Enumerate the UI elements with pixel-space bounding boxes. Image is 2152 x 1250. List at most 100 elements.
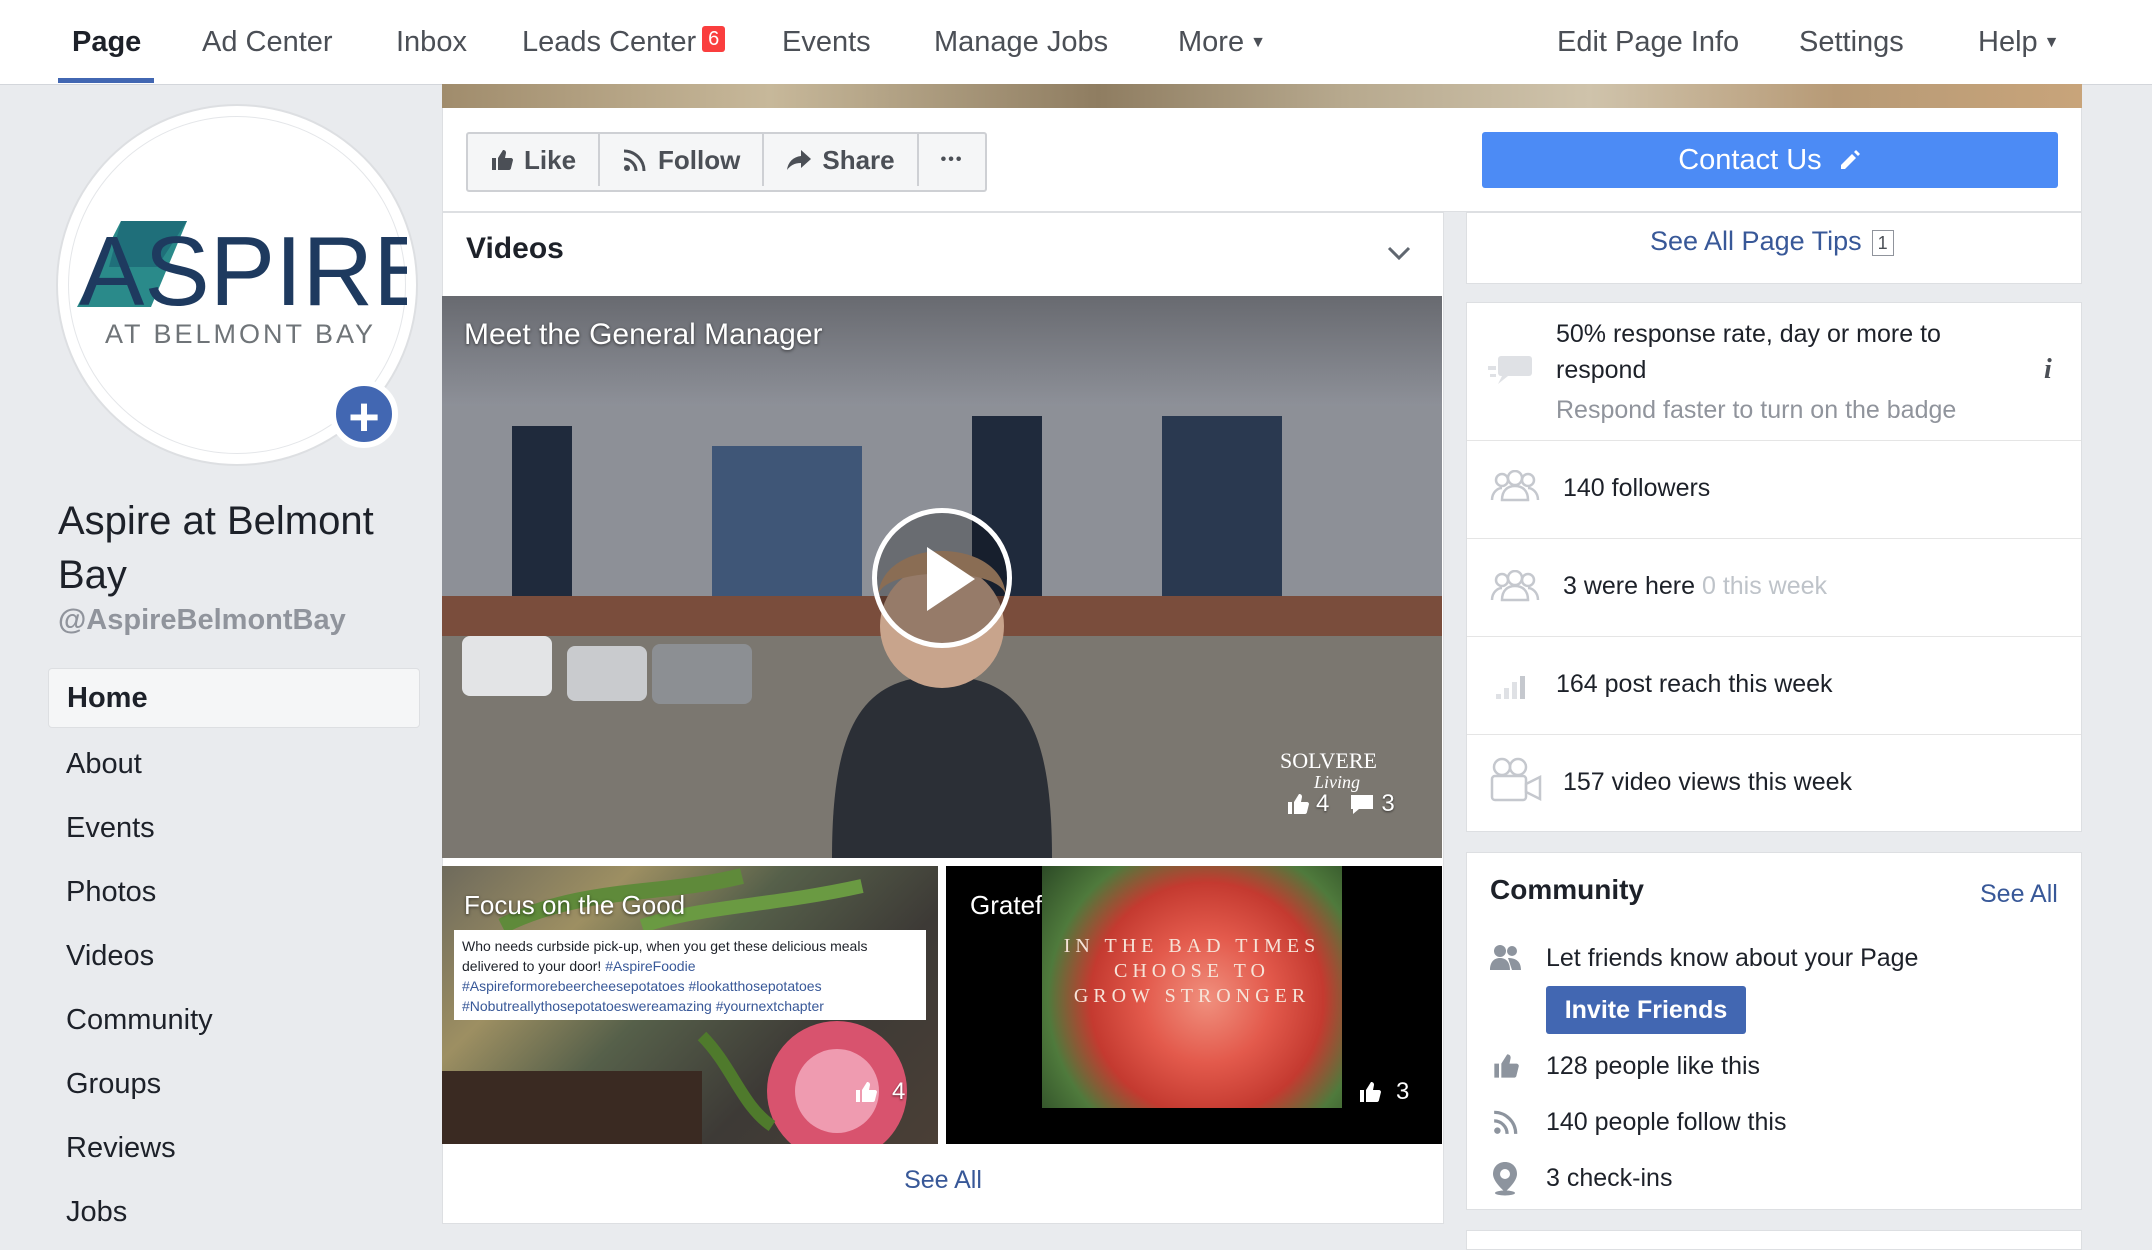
divider — [1467, 636, 2081, 637]
people-icon — [1490, 570, 1540, 602]
video-reactions: 4 3 — [1286, 790, 1395, 818]
share-button[interactable]: Share — [764, 134, 919, 186]
follow-button[interactable]: Follow — [600, 134, 765, 186]
thumb1-reactions: 4 — [854, 1078, 905, 1106]
were-here-count[interactable]: 3 were here — [1563, 572, 1695, 600]
page-tips-label: See All Page Tips — [1650, 226, 1862, 256]
followers-count[interactable]: 140 followers — [1563, 474, 1710, 503]
leads-count-badge: 6 — [702, 26, 726, 52]
people-icon — [1490, 470, 1540, 502]
nav-leads-center-label: Leads Center — [522, 26, 697, 58]
were-here-week: 0 this week — [1701, 572, 1828, 600]
cover-photo[interactable] — [442, 84, 2082, 108]
page-title: Aspire at Belmont Bay — [58, 499, 374, 597]
more-dots-icon: ••• — [940, 151, 964, 168]
caret-down-icon: ▼ — [1250, 34, 1266, 52]
thumb1-caption: Who needs curbside pick-up, when you get… — [454, 930, 926, 1020]
overlay-line: IN THE BAD TIMES — [1063, 935, 1321, 957]
leftnav-events[interactable]: Events — [48, 796, 420, 860]
overlay-line: GROW STRONGER — [1073, 985, 1311, 1007]
nav-ad-center[interactable]: Ad Center — [202, 0, 333, 84]
play-icon[interactable] — [872, 508, 1012, 648]
active-tab-indicator — [58, 78, 154, 83]
featured-video-title: Meet the General Manager — [464, 318, 823, 351]
community-likes[interactable]: 128 people like this — [1546, 1052, 1760, 1081]
add-photo-button[interactable]: + — [330, 380, 398, 448]
like-button[interactable]: Like — [468, 134, 601, 186]
thumb1-title: Focus on the Good — [464, 890, 686, 920]
leftnav-community[interactable]: Community — [48, 988, 420, 1052]
community-title: Community — [1490, 874, 1644, 905]
solvere-watermark: SOLVERE — [1280, 748, 1377, 773]
invite-friends-button[interactable]: Invite Friends — [1546, 986, 1746, 1034]
videos-section-title: Videos — [466, 232, 564, 265]
contact-us-label: Contact Us — [1678, 144, 1822, 176]
thumbs-up-icon — [1288, 794, 1309, 814]
chat-bubble-icon — [1488, 356, 1532, 384]
thumb1-like-count: 4 — [892, 1078, 906, 1105]
nav-help[interactable]: Help ▼ — [1978, 0, 2060, 84]
friends-icon — [1490, 945, 1521, 970]
bar-chart-icon — [1496, 676, 1525, 699]
post-reach-stat[interactable]: 164 post reach this week — [1556, 670, 1833, 699]
nav-inbox[interactable]: Inbox — [396, 0, 467, 84]
leftnav-about[interactable]: About — [48, 732, 420, 796]
nav-help-label: Help — [1978, 26, 2038, 58]
page-handle[interactable]: @AspireBelmontBay — [58, 604, 346, 637]
rss-follow-icon — [623, 149, 646, 172]
nav-edit-page-info[interactable]: Edit Page Info — [1557, 0, 1739, 84]
logo-subtitle: AT BELMONT BAY — [105, 319, 376, 349]
rss-follow-icon — [1493, 1110, 1518, 1135]
leftnav-home[interactable]: Home — [48, 668, 420, 728]
thumbs-up-icon — [1494, 1054, 1519, 1078]
caret-down-icon: ▼ — [2043, 34, 2060, 52]
follow-label: Follow — [658, 145, 741, 175]
location-pin-icon — [1493, 1162, 1517, 1196]
share-label: Share — [822, 145, 895, 175]
page-tips-count: 1 — [1871, 229, 1894, 256]
video-camera-icon — [1490, 757, 1542, 802]
video-comment-count: 3 — [1381, 790, 1395, 817]
response-badge-hint: Respond faster to turn on the badge — [1556, 396, 1957, 424]
nav-manage-jobs[interactable]: Manage Jobs — [934, 0, 1108, 84]
nav-page[interactable]: Page — [72, 0, 141, 84]
see-all-page-tips-link[interactable]: See All Page Tips 1 — [1650, 226, 1894, 257]
videos-see-all-link[interactable]: See All — [442, 1166, 1444, 1195]
like-label: Like — [524, 145, 577, 175]
nav-more[interactable]: More ▼ — [1178, 0, 1266, 84]
overlay-line: CHOOSE TO — [1114, 960, 1270, 982]
share-arrow-icon — [787, 150, 812, 170]
info-icon[interactable]: i — [2044, 354, 2052, 386]
more-options-button[interactable]: ••• — [919, 134, 986, 186]
chevron-down-icon[interactable] — [1386, 240, 1412, 266]
comment-icon — [1351, 795, 1374, 814]
thumb2-overlay-text: IN THE BAD TIMES CHOOSE TO GROW STRONGER — [1042, 934, 1342, 1009]
leftnav-videos[interactable]: Videos — [48, 924, 420, 988]
nav-settings[interactable]: Settings — [1799, 0, 1904, 84]
leftnav-photos[interactable]: Photos — [48, 860, 420, 924]
nav-events[interactable]: Events — [782, 0, 871, 84]
thumb2-reactions: 3 — [1358, 1078, 1409, 1106]
left-navigation: Home About Events Photos Videos Communit… — [48, 668, 420, 1244]
community-checkins[interactable]: 3 check-ins — [1546, 1164, 1672, 1193]
response-rate-line1: 50% response rate, day or more to — [1556, 320, 1941, 348]
thumb2-like-count: 3 — [1396, 1078, 1410, 1105]
leftnav-reviews[interactable]: Reviews — [48, 1116, 420, 1180]
leftnav-groups[interactable]: Groups — [48, 1052, 420, 1116]
video-like-count: 4 — [1316, 790, 1330, 817]
top-navigation: Page Ad Center Inbox Leads Center 6 Event… — [0, 0, 2152, 85]
nav-leads-center[interactable]: Leads Center 6 — [522, 0, 726, 84]
response-rate-line2: respond — [1556, 356, 1647, 384]
community-see-all-link[interactable]: See All — [1980, 880, 2058, 909]
contact-us-button[interactable]: Contact Us — [1482, 132, 2058, 188]
next-card-edge — [1466, 1230, 2082, 1250]
leftnav-jobs[interactable]: Jobs — [48, 1180, 420, 1244]
checkin-stats: 3 were here 0 this week — [1563, 572, 1827, 601]
pencil-icon — [1840, 150, 1860, 169]
community-follows[interactable]: 140 people follow this — [1546, 1108, 1786, 1137]
nav-more-label: More — [1178, 26, 1245, 58]
video-views-stat[interactable]: 157 video views this week — [1563, 768, 1852, 797]
divider — [1467, 734, 2081, 735]
divider — [1467, 440, 2081, 441]
thumbs-up-icon — [856, 1082, 877, 1102]
